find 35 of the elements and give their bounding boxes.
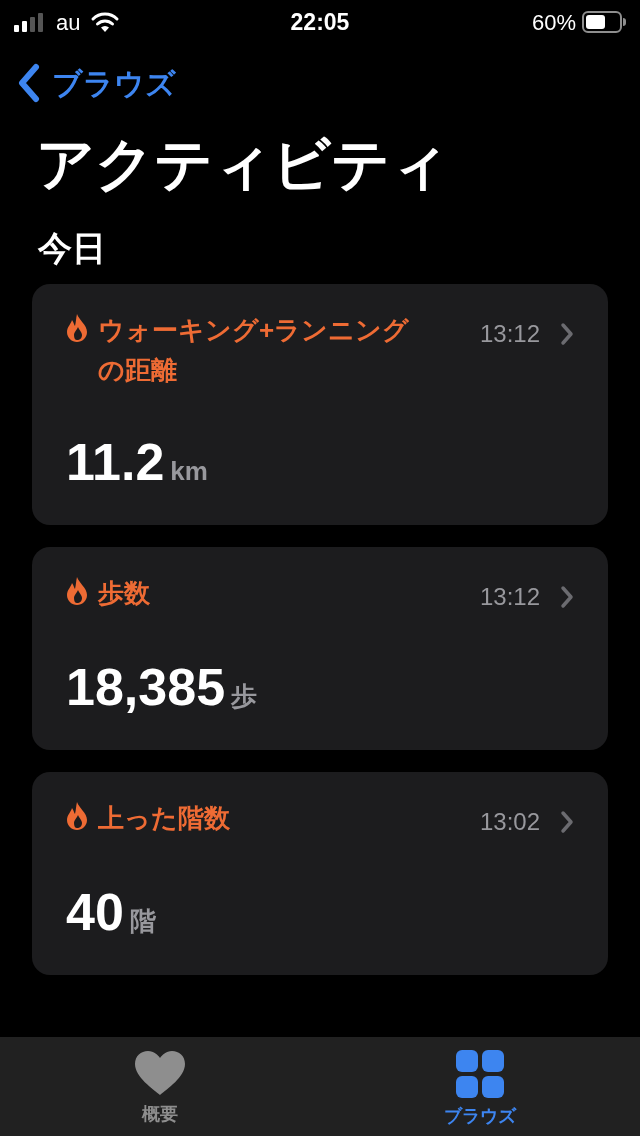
card-title: 歩数 [98,577,150,610]
tab-bar-item[interactable]: 概要 [0,1037,320,1136]
back-chevron-icon [16,63,42,103]
activity-card[interactable]: 歩数 13:12 18,385 歩 [32,547,608,750]
chevron-right-icon [560,585,574,609]
card-title: 上った階数 [98,802,230,835]
activity-card[interactable]: 上った階数 13:02 40 階 [32,772,608,975]
back-button[interactable]: ブラウズ [16,60,176,106]
wifi-icon [90,11,121,33]
chevron-right-icon [560,322,574,346]
battery-percentage: 60% [531,8,576,37]
metric-unit: 階 [129,905,156,938]
page-title: アクティビティ [35,130,450,198]
grid-icon [455,1049,505,1099]
clock-time: 22:05 [290,7,350,37]
carrier-label: au [56,8,81,37]
activity-card[interactable]: ウォーキング+ランニングの距離 13:12 11.2 km [32,284,608,525]
metric-value: 18,385 [66,659,226,715]
metric-value: 40 [66,884,124,940]
signal-icon [14,12,46,32]
flame-icon [66,801,88,831]
flame-icon [66,576,88,606]
tab-bar-item[interactable]: ブラウズ [320,1037,640,1136]
section-heading: 今日 [37,228,107,269]
metric-unit: 歩 [231,680,258,713]
card-time: 13:02 [479,807,540,837]
chevron-right-icon [560,810,574,834]
card-title: ウォーキング+ランニングの距離 [98,314,411,387]
card-time: 13:12 [479,582,540,612]
card-time: 13:12 [479,319,540,349]
heart-icon [133,1049,187,1097]
metric-unit: km [170,455,208,488]
flame-icon [66,313,88,343]
battery-icon [582,11,626,33]
metric-value: 11.2 [66,434,165,490]
